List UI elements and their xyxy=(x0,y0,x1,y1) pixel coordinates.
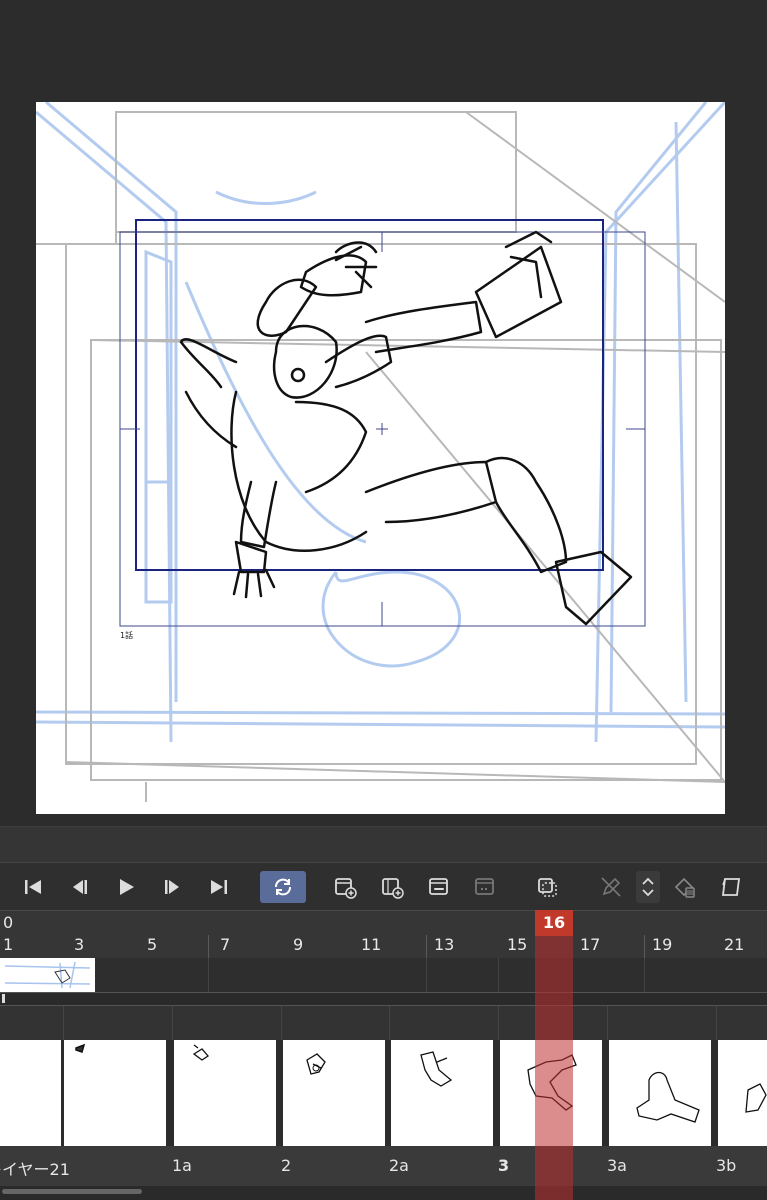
paper-button[interactable] xyxy=(714,871,748,903)
cel-thumbnail[interactable] xyxy=(64,1040,166,1146)
frame-label-1: 1 xyxy=(3,935,14,954)
frame-label-5: 5 xyxy=(147,935,158,954)
frame-label: 1話 xyxy=(120,631,134,640)
cel-sketch xyxy=(636,1071,700,1123)
ruler-zero-label: 0 xyxy=(3,913,14,932)
cel-sketch xyxy=(75,1043,86,1053)
ruler-tick xyxy=(208,935,209,959)
frame-label-15: 15 xyxy=(507,935,528,954)
expand-collapse-stepper[interactable] xyxy=(636,871,660,903)
onion-skin-icon xyxy=(538,878,557,897)
frame-label-17: 17 xyxy=(580,935,601,954)
play-button[interactable] xyxy=(109,871,143,903)
frame-label-13: 13 xyxy=(434,935,455,954)
track-gridline xyxy=(716,1006,717,1040)
unassign-cel-button[interactable] xyxy=(468,871,502,903)
cel-name[interactable]: 2 xyxy=(281,1156,291,1175)
first-frame-button[interactable] xyxy=(16,871,50,903)
play-icon xyxy=(120,879,134,895)
cel-thumbnail[interactable] xyxy=(0,1040,61,1146)
new-cel-layer-icon xyxy=(382,878,404,899)
cel-sketch xyxy=(192,1044,209,1061)
cel-layer-header-track[interactable] xyxy=(0,1006,767,1040)
new-cel-layer-button[interactable] xyxy=(375,871,409,903)
unlink-cel-icon xyxy=(475,878,494,895)
chevron-updown-icon xyxy=(642,877,654,897)
frame-label-21: 21 xyxy=(724,935,745,954)
ruler-tick xyxy=(426,935,427,959)
frame-label-3: 3 xyxy=(74,935,85,954)
loop-button[interactable] xyxy=(260,871,306,903)
frame-label-11: 11 xyxy=(361,935,382,954)
timeline-scrollbar[interactable] xyxy=(0,1186,767,1200)
cel-name[interactable]: 1a xyxy=(172,1156,192,1175)
cel-thumbnail[interactable] xyxy=(718,1040,767,1146)
track-gridline xyxy=(281,1006,282,1040)
track-gridline xyxy=(644,958,645,992)
delete-cel-button[interactable] xyxy=(668,871,702,903)
playhead-column[interactable] xyxy=(535,910,573,1200)
loop-icon xyxy=(275,878,291,896)
paper-icon xyxy=(721,878,741,896)
link-cel-icon xyxy=(429,878,448,895)
track-gridline xyxy=(389,1006,390,1040)
skip-to-end-icon xyxy=(211,880,227,894)
cel-name[interactable]: レイヤー21 xyxy=(0,1156,70,1180)
cel-sketch xyxy=(306,1053,326,1075)
track-gridline xyxy=(63,1006,64,1040)
new-cel-icon xyxy=(335,878,357,899)
step-forward-icon xyxy=(165,880,179,894)
cel-thumbnail[interactable] xyxy=(283,1040,385,1146)
canvas-viewport[interactable]: 1話 xyxy=(0,0,767,826)
track-gridline xyxy=(172,1006,173,1040)
track-gridline xyxy=(607,1006,608,1040)
frame-label-7: 7 xyxy=(220,935,231,954)
cel-name[interactable]: 3b xyxy=(716,1156,736,1175)
track-gridline xyxy=(426,958,427,992)
cel-thumbnail[interactable] xyxy=(174,1040,276,1146)
track-gridline xyxy=(498,1006,499,1040)
frame-label-9: 9 xyxy=(293,935,304,954)
sketch-artwork xyxy=(36,102,725,802)
cel-name[interactable]: 2a xyxy=(389,1156,409,1175)
track-scroll-knob[interactable] xyxy=(2,994,5,1003)
animation-folder-track[interactable] xyxy=(0,958,767,993)
skip-to-start-icon xyxy=(25,880,41,894)
cel-thumbnail-row xyxy=(0,1040,767,1146)
cel-name-row: レイヤー21 1a 2 2a 3 3a 3b xyxy=(0,1146,767,1186)
drawing-canvas[interactable]: 1話 xyxy=(36,102,725,814)
prev-frame-button[interactable] xyxy=(62,871,96,903)
cel-sketch xyxy=(745,1083,767,1113)
timeline-toolbar xyxy=(0,862,767,911)
assign-cel-button[interactable] xyxy=(422,871,456,903)
track-scrollbar[interactable] xyxy=(0,993,767,1006)
panel-divider[interactable] xyxy=(0,826,767,863)
cel-name[interactable]: 3a xyxy=(607,1156,627,1175)
track-thumbnail[interactable] xyxy=(0,958,95,992)
thumbnail-sketch xyxy=(4,961,91,989)
new-animation-cel-button[interactable] xyxy=(328,871,362,903)
frame-ruler[interactable]: 0 1 3 5 7 9 11 13 15 17 19 21 xyxy=(0,910,767,959)
edit-cel-button[interactable] xyxy=(594,871,628,903)
track-gridline xyxy=(208,958,209,992)
last-frame-button[interactable] xyxy=(202,871,236,903)
next-frame-button[interactable] xyxy=(156,871,190,903)
cel-thumbnail[interactable] xyxy=(391,1040,493,1146)
cel-sketch xyxy=(420,1051,453,1087)
onion-skin-button[interactable] xyxy=(530,871,564,903)
cel-thumbnail[interactable] xyxy=(609,1040,711,1146)
current-frame-indicator[interactable]: 16 xyxy=(535,910,573,936)
delete-cel-icon xyxy=(674,877,695,898)
pen-icon xyxy=(601,877,621,897)
step-back-icon xyxy=(73,880,87,894)
ruler-tick xyxy=(644,935,645,959)
frame-label-19: 19 xyxy=(652,935,673,954)
cel-name[interactable]: 3 xyxy=(498,1156,509,1175)
timeline-scroll-knob[interactable] xyxy=(2,1189,142,1194)
track-gridline xyxy=(498,958,499,992)
